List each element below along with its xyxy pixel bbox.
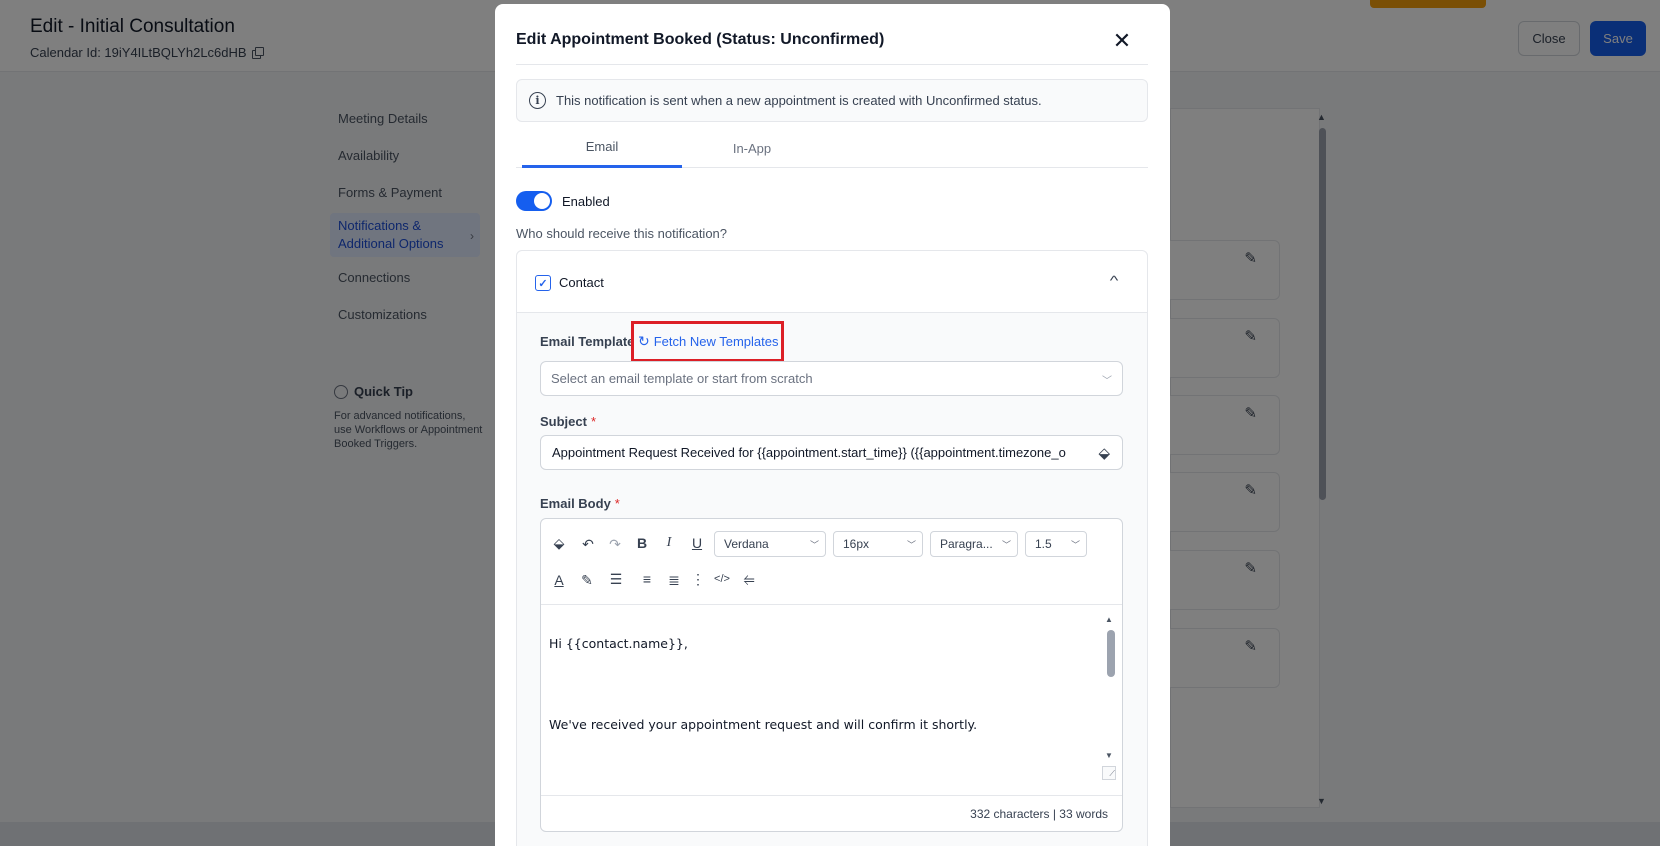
chevron-down-icon: ﹀ (1001, 540, 1011, 550)
enabled-row: Enabled (516, 191, 610, 211)
editor-scrollbar[interactable]: ▲ ▼ (1104, 615, 1116, 760)
email-template-select[interactable]: Select an email template or start from s… (540, 361, 1123, 396)
scroll-up-icon[interactable]: ▲ (1105, 615, 1113, 624)
close-icon[interactable]: ✕ (1109, 28, 1135, 54)
block-format-select[interactable]: Paragra... ﹀ (930, 531, 1018, 557)
edit-notification-modal: Edit Appointment Booked (Status: Unconfi… (495, 4, 1170, 846)
chevron-down-icon: ﹀ (1102, 376, 1112, 387)
editor-content[interactable]: Hi {{contact.name}}, We've received your… (541, 606, 1101, 790)
contact-header[interactable]: ✓ Contact ^ (517, 251, 1147, 313)
font-family-value: Verdana (724, 537, 769, 551)
info-icon: i (529, 92, 546, 109)
tab-email[interactable]: Email (522, 128, 682, 168)
email-template-label: Email Template (540, 334, 635, 349)
template-placeholder: Select an email template or start from s… (551, 371, 813, 386)
more-vertical-icon[interactable]: ⋮ (687, 568, 709, 590)
body-line: We've received your appointment request … (549, 717, 978, 732)
undo-icon[interactable]: ↶ (577, 533, 599, 555)
line-height-value: 1.5 (1035, 537, 1052, 551)
recipients-label: Who should receive this notification? (516, 226, 728, 241)
contact-checkbox[interactable]: ✓ (535, 275, 551, 291)
bold-icon[interactable]: B (631, 532, 653, 554)
fetch-new-templates-link[interactable]: ↻ Fetch New Templates (631, 321, 784, 362)
tab-label: Email (585, 139, 619, 154)
email-body-editor[interactable]: ⬙ ↶ ↷ B I U Verdana ﹀ 16px ﹀ Paragra... … (540, 518, 1123, 832)
scrollbar-thumb[interactable] (1107, 630, 1115, 677)
refresh-icon: ↻ (638, 333, 650, 349)
required-mark: * (614, 496, 620, 511)
character-counter: 332 characters | 33 words (541, 795, 1122, 831)
modal-title: Edit Appointment Booked (Status: Unconfi… (516, 31, 885, 48)
italic-icon[interactable]: I (658, 532, 680, 554)
enabled-toggle[interactable] (516, 191, 552, 211)
tab-label: In-App (732, 140, 772, 156)
required-mark: * (590, 414, 597, 429)
align-icon[interactable]: ≣ (663, 569, 685, 591)
subject-label: Subject * (540, 414, 596, 429)
tag-icon[interactable]: ⬙ (548, 532, 570, 554)
subject-label-text: Subject (540, 414, 587, 429)
chevron-up-icon[interactable]: ^ (1110, 273, 1119, 288)
info-text: This notification is sent when a new app… (556, 93, 1042, 108)
code-icon[interactable]: </> (711, 568, 733, 590)
chevron-down-icon: ﹀ (906, 540, 916, 550)
body-line: Hi {{contact.name}}, (549, 636, 688, 651)
fetch-label: Fetch New Templates (653, 334, 779, 349)
line-height-select[interactable]: 1.5 ﹀ (1025, 531, 1087, 557)
bullet-list-icon[interactable]: ☰ (605, 568, 627, 590)
font-size-select[interactable]: 16px ﹀ (833, 531, 923, 557)
redo-icon[interactable]: ↷ (604, 533, 626, 555)
subject-input[interactable]: Appointment Request Received for {{appoi… (540, 435, 1123, 470)
format-clear-icon[interactable]: ⥢ (738, 568, 760, 590)
font-size-value: 16px (843, 537, 870, 551)
block-format-value: Paragra... (940, 537, 993, 551)
email-body-label: Email Body * (540, 496, 620, 511)
text-color-icon[interactable]: A (548, 569, 570, 591)
font-family-select[interactable]: Verdana ﹀ (714, 531, 826, 557)
tag-icon[interactable]: ⬙ (1098, 444, 1110, 462)
contact-label: Contact (559, 275, 604, 290)
info-banner: i This notification is sent when a new a… (516, 79, 1148, 122)
enabled-label: Enabled (562, 193, 610, 209)
body-label-text: Email Body (540, 496, 611, 511)
chevron-down-icon: ﹀ (809, 540, 819, 550)
divider (516, 64, 1148, 65)
underline-icon[interactable]: U (686, 532, 708, 554)
contact-section: ✓ Contact ^ Email Template ↻ Fetch New T… (516, 250, 1148, 846)
chevron-down-icon: ﹀ (1070, 540, 1080, 550)
highlight-icon[interactable]: ✎ (576, 569, 598, 591)
channel-tabs: Email In-App (516, 128, 1148, 168)
editor-toolbar: ⬙ ↶ ↷ B I U Verdana ﹀ 16px ﹀ Paragra... … (541, 519, 1122, 605)
resize-handle[interactable]: ⟋ (1102, 766, 1116, 780)
tab-in-app[interactable]: In-App (672, 128, 832, 168)
subject-value: Appointment Request Received for {{appoi… (552, 445, 1066, 460)
scroll-down-icon[interactable]: ▼ (1105, 751, 1113, 760)
numbered-list-icon[interactable]: ≡ (636, 568, 658, 590)
